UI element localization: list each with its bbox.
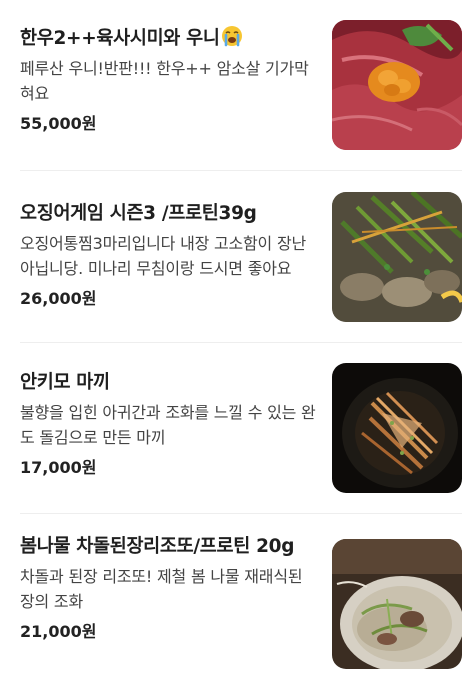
menu-item-name: 오징어게임 시즌3 /프로틴39g	[20, 203, 257, 224]
menu-list: 한우2++육사시미와 우니 페루산 우니!반판!!! 한우++ 암소살 기가막혀…	[0, 0, 473, 681]
menu-item-price: 17,000원	[20, 458, 97, 477]
menu-item-risotto[interactable]: 봄나물 차돌된장리조또/프로틴 20g 차돌과 된장 리조또! 제철 봄 나물 …	[20, 536, 462, 669]
menu-item-text: 한우2++육사시미와 우니 페루산 우니!반판!!! 한우++ 암소살 기가막혀…	[20, 25, 316, 136]
ankimo-maki-photo[interactable]	[332, 363, 462, 493]
menu-item-ankimo-maki[interactable]: 안키모 마끼 불향을 입힌 아귀간과 조화를 느낄 수 있는 완도 돌김으로 만…	[20, 363, 462, 493]
menu-item-description: 불향을 입힌 아귀간과 조화를 느낄 수 있는 완도 돌김으로 만든 마끼	[20, 403, 316, 447]
menu-item-hanwoo-uni[interactable]: 한우2++육사시미와 우니 페루산 우니!반판!!! 한우++ 암소살 기가막혀…	[20, 20, 462, 150]
menu-item-description: 오징어통찜3마리입니다 내장 고소함이 장난아닙니당. 미나리 무침이랑 드시면…	[20, 234, 306, 278]
photo-illustration	[332, 192, 462, 322]
divider	[20, 170, 462, 171]
menu-item-price: 21,000원	[20, 622, 97, 641]
menu-item-description: 페루산 우니!반판!!! 한우++ 암소살 기가막혀요	[20, 59, 309, 103]
crying-face-icon	[221, 26, 242, 47]
menu-item-description: 차돌과 된장 리조또! 제철 봄 나물 재래식된장의 조화	[20, 567, 303, 611]
divider	[20, 513, 462, 514]
divider	[20, 342, 462, 343]
risotto-photo[interactable]	[332, 539, 462, 669]
photo-illustration	[332, 539, 462, 669]
photo-illustration	[332, 20, 462, 150]
menu-item-name: 안키모 마끼	[20, 372, 110, 393]
hanwoo-yukhoe-uni-photo[interactable]	[332, 20, 462, 150]
photo-illustration	[332, 363, 462, 493]
menu-item-squid[interactable]: 오징어게임 시즌3 /프로틴39g 오징어통찜3마리입니다 내장 고소함이 장난…	[20, 192, 462, 322]
menu-item-price: 26,000원	[20, 289, 97, 308]
menu-item-name: 봄나물 차돌된장리조또/프로틴 20g	[20, 536, 295, 557]
menu-item-price: 55,000원	[20, 114, 97, 133]
squid-dish-photo[interactable]	[332, 192, 462, 322]
menu-item-text: 오징어게임 시즌3 /프로틴39g 오징어통찜3마리입니다 내장 고소함이 장난…	[20, 200, 316, 311]
menu-item-name: 한우2++육사시미와 우니	[20, 25, 316, 53]
menu-item-text: 안키모 마끼 불향을 입힌 아귀간과 조화를 느낄 수 있는 완도 돌김으로 만…	[20, 369, 316, 480]
menu-item-text: 봄나물 차돌된장리조또/프로틴 20g 차돌과 된장 리조또! 제철 봄 나물 …	[20, 533, 316, 644]
